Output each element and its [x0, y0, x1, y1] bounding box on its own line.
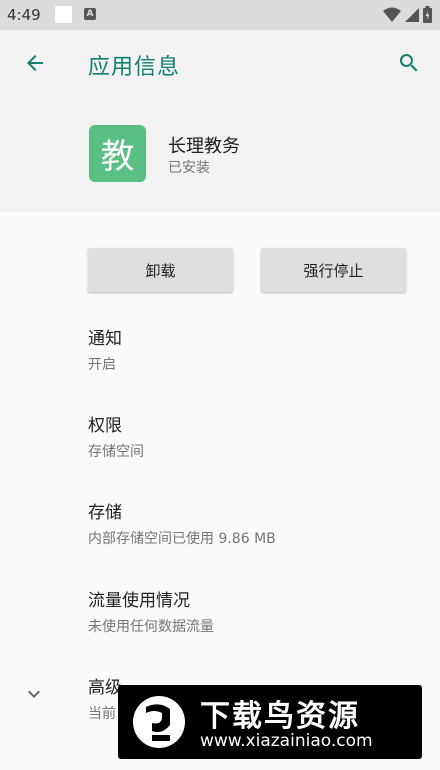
pref-permissions[interactable]: 权限 存储空间 — [88, 411, 418, 461]
signal-icon — [405, 7, 419, 22]
arrow-left-icon — [27, 55, 43, 71]
pref-summary: 内部存储空间已使用 9.86 MB — [88, 531, 276, 547]
watermark-banner: 下载鸟资源 www.xiazainiao.com — [118, 685, 422, 759]
uninstall-button[interactable]: 卸载 — [88, 248, 233, 292]
app-icon: 教 — [89, 125, 146, 182]
status-time: 4:49 — [7, 6, 41, 24]
status-icons — [383, 6, 432, 23]
pref-title: 流量使用情况 — [88, 591, 190, 611]
watermark-title: 下载鸟资源 — [200, 699, 360, 734]
bird-logo-icon — [133, 696, 185, 748]
search-icon — [399, 54, 418, 72]
app-install-status: 已安装 — [168, 160, 210, 176]
pref-notifications[interactable]: 通知 开启 — [88, 324, 418, 374]
app-header: 教 长理教务 已安装 — [0, 96, 440, 212]
pref-title: 权限 — [88, 416, 122, 436]
force-stop-button[interactable]: 强行停止 — [261, 248, 406, 292]
back-button[interactable] — [18, 46, 52, 80]
status-bar: 4:49 A — [0, 0, 440, 30]
notification-square-icon — [55, 6, 72, 23]
chevron-down-icon[interactable] — [22, 682, 46, 706]
app-name: 长理教务 — [168, 136, 240, 157]
pref-title: 通知 — [88, 329, 122, 349]
pref-summary: 未使用任何数据流量 — [88, 619, 214, 635]
toolbar: 应用信息 — [0, 30, 440, 96]
pref-summary: 存储空间 — [88, 444, 144, 460]
watermark-url: www.xiazainiao.com — [200, 731, 373, 751]
wifi-icon — [383, 7, 401, 22]
pref-storage[interactable]: 存储 内部存储空间已使用 9.86 MB — [88, 498, 418, 548]
a-icon: A — [84, 8, 96, 20]
pref-title: 存储 — [88, 503, 122, 523]
pref-summary: 开启 — [88, 357, 116, 373]
pref-data-usage[interactable]: 流量使用情况 未使用任何数据流量 — [88, 586, 418, 636]
battery-icon — [423, 6, 432, 23]
search-button[interactable] — [392, 46, 426, 80]
page-title: 应用信息 — [88, 55, 181, 80]
